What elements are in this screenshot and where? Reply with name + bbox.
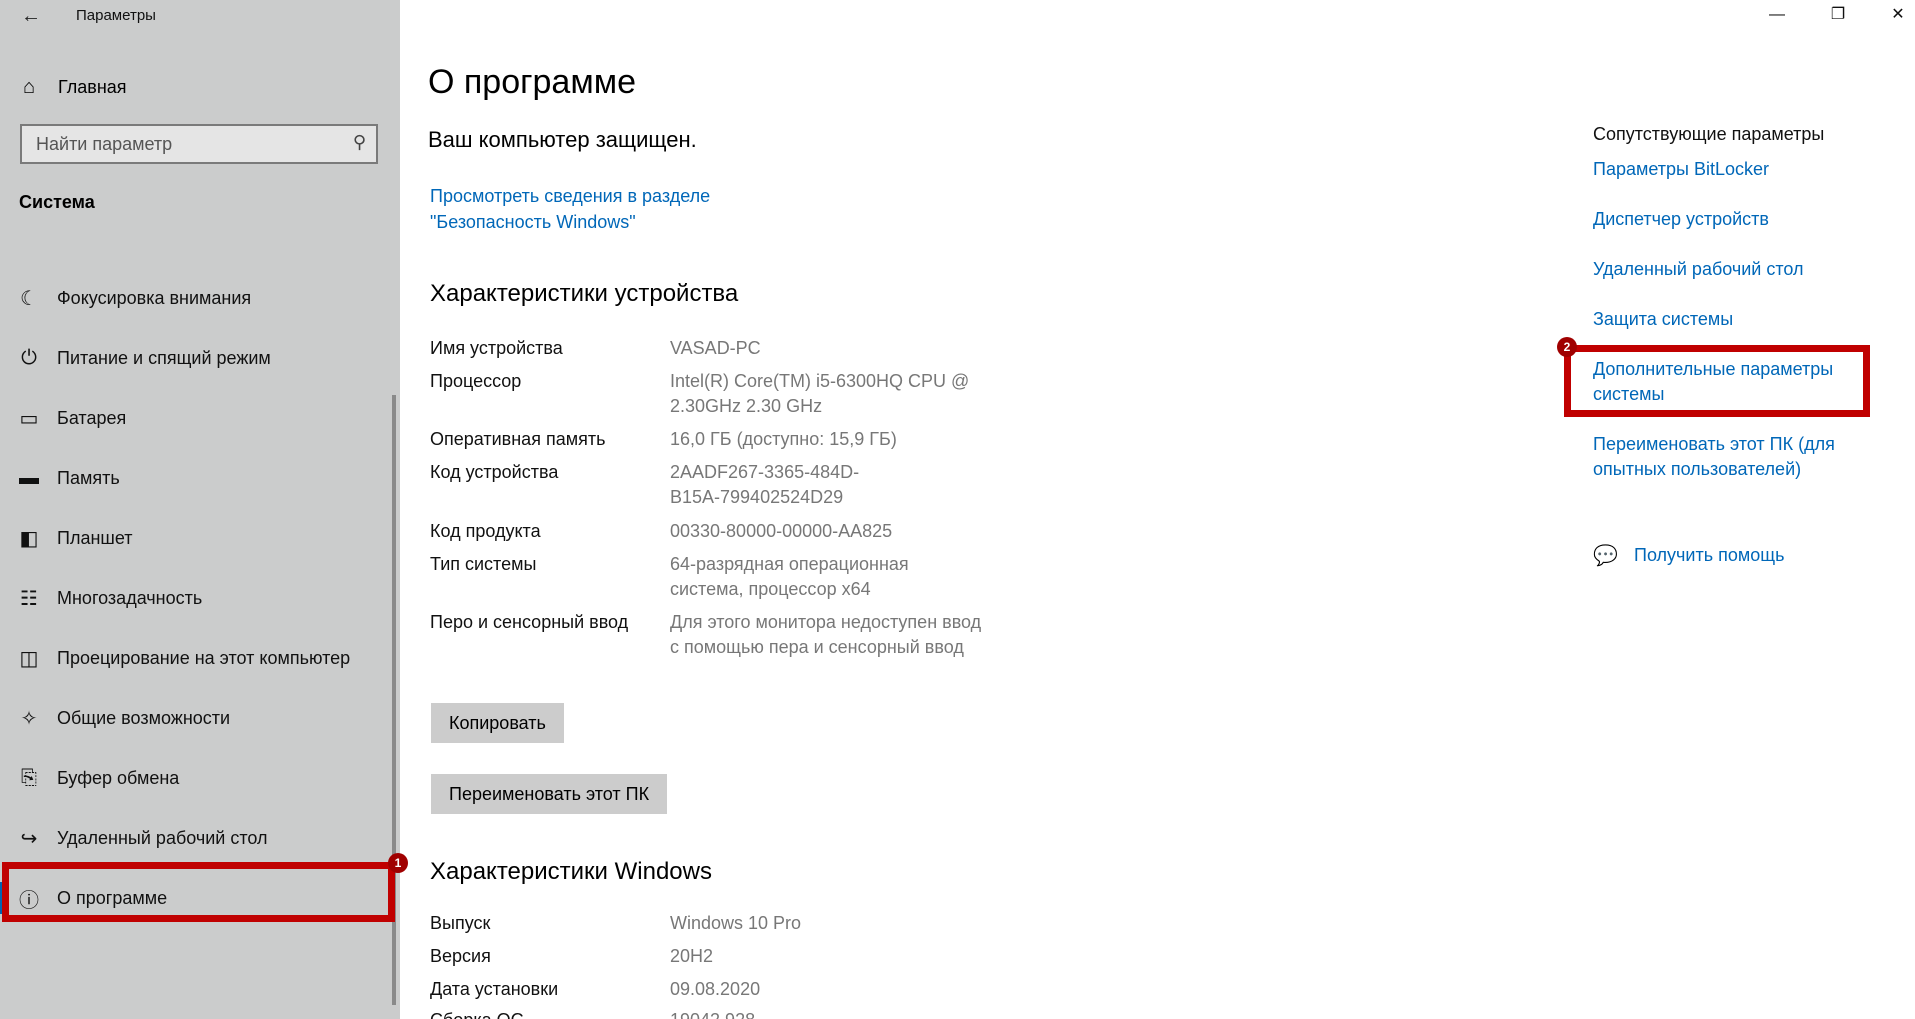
sidebar-item-label: Фокусировка внимания	[57, 287, 252, 308]
get-help-link[interactable]: Получить помощь	[1634, 545, 1784, 566]
shared-experiences-icon: ✧	[20, 707, 38, 730]
spec-row: Код устройства 2AADF267-3365-484D-B15A-7…	[430, 460, 1050, 510]
spec-value: 19042.928	[670, 1008, 1000, 1019]
spec-key: Оперативная память	[430, 429, 606, 449]
sidebar-item-shared-experiences[interactable]: ✧ Общие возможности	[0, 688, 400, 748]
search-input[interactable]	[22, 126, 376, 162]
home-label: Главная	[58, 76, 127, 97]
sidebar-item-label: Питание и спящий режим	[57, 347, 271, 368]
spec-value: 20H2	[670, 946, 714, 966]
spec-value: 00330-80000-00000-AA825	[670, 521, 893, 541]
related-settings-title: Сопутствующие параметры	[1593, 124, 1825, 144]
sidebar-item-tablet[interactable]: ◧ Планшет	[0, 508, 400, 568]
moon-icon: ☾	[20, 287, 38, 310]
spec-row: Сборка ОС 19042.928	[430, 1008, 1050, 1019]
sidebar-nav: ☾ Фокусировка внимания ⏻ Питание и спящи…	[0, 268, 400, 928]
help-chat-icon: 💬	[1593, 545, 1618, 567]
battery-icon: ▭	[19, 407, 39, 430]
spec-row: Тип системы 64-разрядная операционная си…	[430, 552, 1050, 602]
spec-value: Для этого монитора недоступен ввод с пом…	[670, 612, 982, 657]
sidebar-item-storage[interactable]: ▬ Память	[0, 448, 400, 508]
spec-key: Процессор	[430, 371, 522, 391]
spec-value: Windows 10 Pro	[670, 913, 802, 933]
spec-row: Оперативная память 16,0 ГБ (доступно: 15…	[430, 427, 1050, 452]
device-manager-link[interactable]: Диспетчер устройств	[1593, 207, 1883, 232]
section-title: Система	[19, 192, 95, 212]
spec-value: Intel(R) Core(TM) i5-6300HQ CPU @ 2.30GH…	[670, 371, 970, 416]
spec-row: Версия 20H2	[430, 944, 1050, 969]
sidebar-item-label: Удаленный рабочий стол	[57, 827, 268, 848]
sidebar-item-multitasking[interactable]: ☷ Многозадачность	[0, 568, 400, 628]
spec-row: Код продукта 00330-80000-00000-AA825	[430, 519, 1050, 544]
power-icon: ⏻	[21, 346, 37, 369]
sidebar-item-label: Проецирование на этот компьютер	[57, 647, 351, 668]
windows-security-link-line2: "Безопасность Windows"	[430, 212, 636, 232]
search-box[interactable]: ⚲	[20, 124, 378, 164]
search-icon[interactable]: ⚲	[353, 132, 366, 153]
sidebar-item-remote-desktop[interactable]: ↪ Удаленный рабочий стол	[0, 808, 400, 868]
bitlocker-settings-link[interactable]: Параметры BitLocker	[1593, 157, 1883, 182]
spec-row: Выпуск Windows 10 Pro	[430, 911, 1050, 936]
minimize-button[interactable]: —	[1747, 0, 1807, 30]
highlight-box-about	[2, 862, 395, 922]
spec-value: 2AADF267-3365-484D-B15A-799402524D29	[670, 462, 860, 507]
maximize-button[interactable]: ❐	[1808, 0, 1868, 30]
clipboard-icon: ⎘	[21, 766, 37, 789]
sidebar-item-label: Память	[57, 467, 120, 488]
sidebar-item-label: Буфер обмена	[57, 767, 180, 788]
storage-icon: ▬	[19, 466, 39, 489]
sidebar-item-projecting[interactable]: ◫ Проецирование на этот компьютер	[0, 628, 400, 688]
sidebar-item-power[interactable]: ⏻ Питание и спящий режим	[0, 328, 400, 388]
copy-button[interactable]: Копировать	[431, 703, 564, 743]
spec-key: Код продукта	[430, 521, 541, 541]
spec-row: Дата установки 09.08.2020	[430, 977, 1050, 1002]
sidebar-item-label: Многозадачность	[57, 587, 203, 608]
remote-desktop-link[interactable]: Удаленный рабочий стол	[1593, 257, 1883, 282]
multitasking-icon: ☷	[20, 587, 38, 610]
rename-pc-advanced-link[interactable]: Переименовать этот ПК (для опытных польз…	[1593, 432, 1883, 482]
highlight-box-advanced-settings	[1564, 345, 1870, 417]
spec-key: Дата установки	[430, 979, 559, 999]
app-title: Параметры	[76, 7, 156, 24]
rename-pc-button[interactable]: Переименовать этот ПК	[431, 774, 668, 814]
sidebar-item-label: Общие возможности	[57, 707, 231, 728]
device-specs-heading: Характеристики устройства	[430, 280, 739, 307]
spec-row: Перо и сенсорный ввод Для этого монитора…	[430, 610, 1050, 660]
protection-status: Ваш компьютер защищен.	[428, 127, 697, 152]
spec-key: Имя устройства	[430, 338, 563, 358]
page-title: О программе	[428, 63, 637, 101]
tablet-icon: ◧	[19, 527, 39, 550]
highlight-badge: 1	[388, 853, 408, 873]
windows-specs-heading: Характеристики Windows	[430, 858, 712, 885]
spec-value: VASAD-PC	[670, 338, 761, 358]
spec-value: 64-разрядная операционная система, проце…	[670, 554, 909, 599]
spec-row: Имя устройства VASAD-PC	[430, 336, 1050, 361]
spec-value: 09.08.2020	[670, 979, 761, 999]
spec-key: Тип системы	[430, 554, 537, 574]
spec-key: Код устройства	[430, 462, 559, 482]
spec-key: Перо и сенсорный ввод	[430, 612, 629, 632]
sidebar-item-clipboard[interactable]: ⎘ Буфер обмена	[0, 748, 400, 808]
windows-security-link[interactable]: Просмотреть сведения в разделе "Безопасн…	[430, 183, 770, 235]
sidebar-item-battery[interactable]: ▭ Батарея	[0, 388, 400, 448]
spec-value: 16,0 ГБ (доступно: 15,9 ГБ)	[670, 429, 897, 449]
project-icon: ◫	[19, 647, 39, 670]
sidebar-item-label: Батарея	[57, 407, 127, 428]
system-protection-link[interactable]: Защита системы	[1593, 307, 1883, 332]
home-icon: ⌂	[22, 75, 36, 98]
highlight-badge: 2	[1557, 337, 1577, 357]
spec-key: Выпуск	[430, 913, 491, 933]
close-button[interactable]: ✕	[1868, 0, 1915, 30]
remote-desktop-icon: ↪	[20, 827, 38, 850]
back-arrow-icon[interactable]: ←	[14, 2, 48, 30]
spec-key: Версия	[430, 946, 491, 966]
home-nav-item[interactable]: ⌂ Главная	[0, 68, 400, 106]
get-help-row[interactable]: 💬 Получить помощь	[1593, 543, 1784, 568]
windows-security-link-line1: Просмотреть сведения в разделе	[430, 186, 711, 206]
sidebar-item-label: Планшет	[57, 527, 133, 548]
spec-key: Сборка ОС	[430, 1008, 670, 1019]
spec-row: Процессор Intel(R) Core(TM) i5-6300HQ CP…	[430, 369, 1050, 419]
sidebar-item-focus-assist[interactable]: ☾ Фокусировка внимания	[0, 268, 400, 328]
